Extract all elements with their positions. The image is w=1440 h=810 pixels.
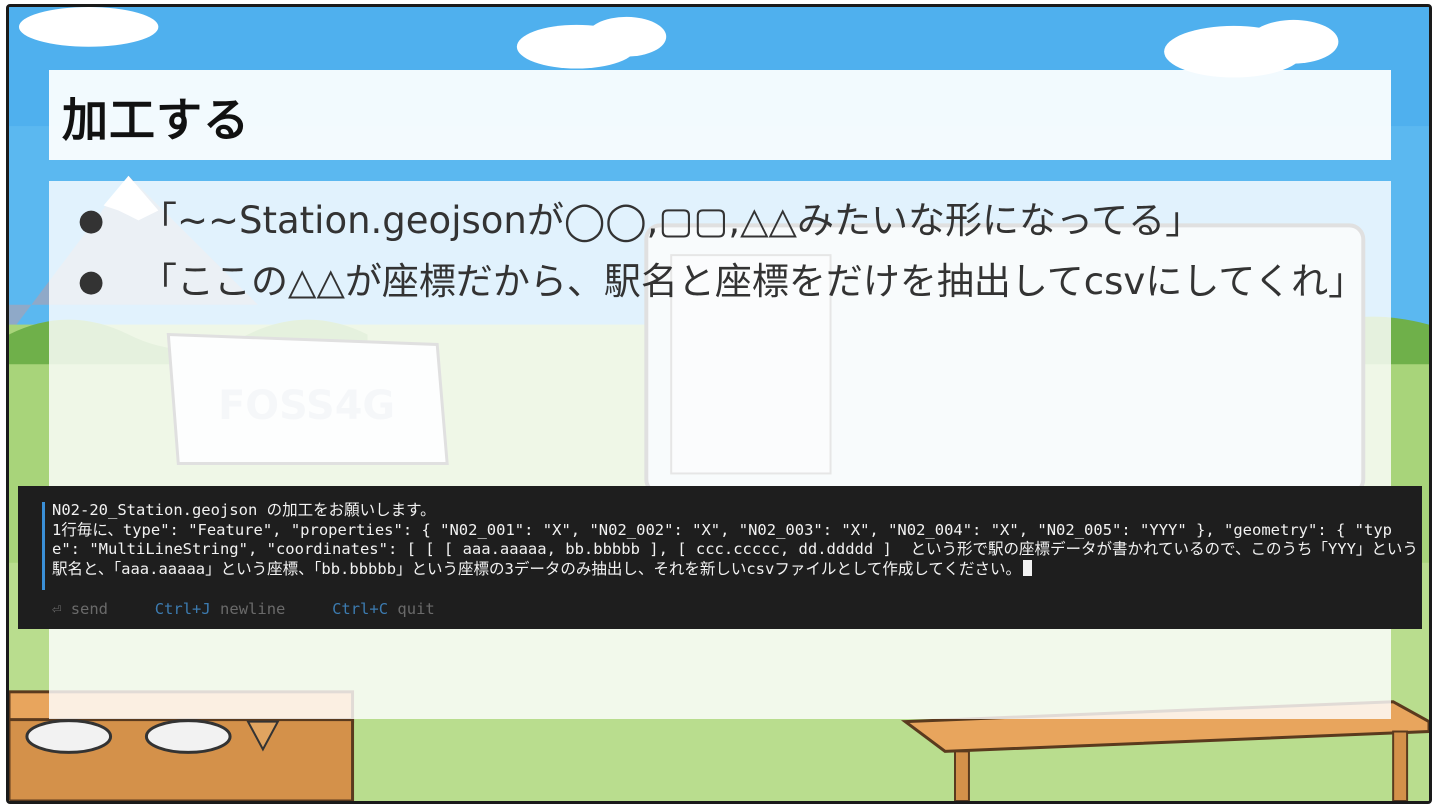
input-accent-bar xyxy=(42,502,45,590)
enter-icon: ⏎ xyxy=(52,600,62,618)
quit-hint: quit xyxy=(397,600,435,618)
prompt-line: 1行毎に、type": "Feature", "properties": { "… xyxy=(52,520,1418,578)
send-hint: send xyxy=(70,600,109,618)
prompt-line: N02-20_Station.geojson の加工をお願いします。 xyxy=(52,501,436,519)
text-cursor xyxy=(1022,559,1032,576)
slide-title: 加工する xyxy=(62,93,250,147)
bullet-text: 「ここの△△が座標だから、駅名と座標をだけを抽出してcsvにしてくれ」 xyxy=(140,260,1366,303)
title-band xyxy=(49,70,1391,160)
terminal-panel[interactable]: N02-20_Station.geojson の加工をお願いします。 1行毎に、… xyxy=(18,486,1422,629)
bullet-text: 「~~Station.geojsonが◯◯,▢▢,△△みたいな形になってる」 xyxy=(140,199,1203,242)
newline-key: Ctrl+J xyxy=(154,600,211,618)
newline-hint: newline xyxy=(220,600,286,618)
quit-key: Ctrl+C xyxy=(332,600,389,618)
bullet-item: ● 「ここの△△が座標だから、駅名と座標をだけを抽出してcsvにしてくれ」 xyxy=(60,251,1365,312)
bullet-dot-icon: ● xyxy=(78,264,105,299)
bullet-list: ● 「~~Station.geojsonが◯◯,▢▢,△△みたいな形になってる」… xyxy=(60,190,1365,312)
prompt-input[interactable]: N02-20_Station.geojson の加工をお願いします。 1行毎に、… xyxy=(52,501,1418,579)
keybinding-hints: ⏎ send Ctrl+J newline Ctrl+C quit xyxy=(52,600,435,618)
bullet-dot-icon: ● xyxy=(78,203,105,238)
bullet-item: ● 「~~Station.geojsonが◯◯,▢▢,△△みたいな形になってる」 xyxy=(60,190,1360,251)
